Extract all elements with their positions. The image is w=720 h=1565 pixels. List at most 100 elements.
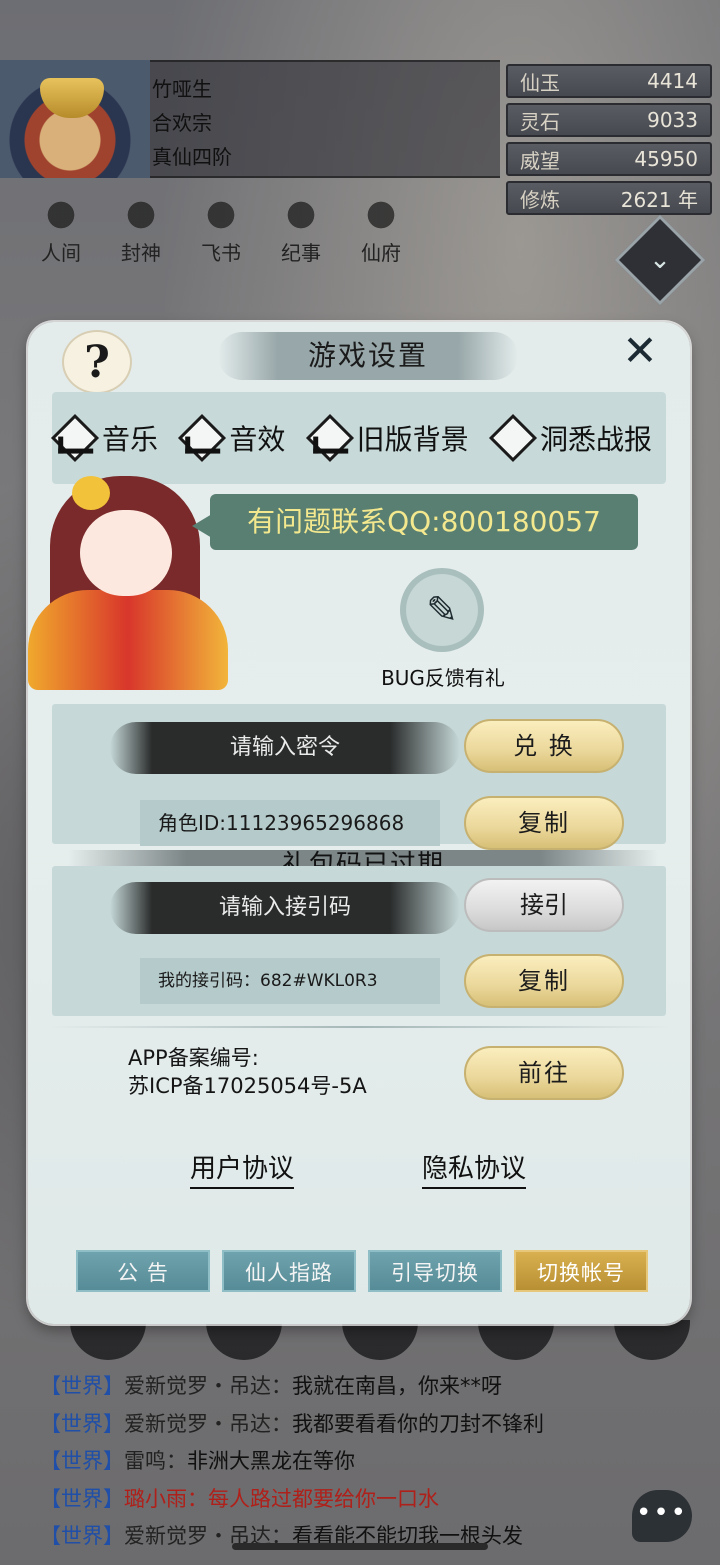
chat-channel: 【世界】 [40, 1374, 124, 1398]
stat-label: 灵石 [520, 109, 560, 134]
chat-channel: 【世界】 [40, 1524, 124, 1548]
chat-line: 【世界】璐小雨：每人路过都要给你一口水 [40, 1481, 680, 1519]
mascot-robe [28, 590, 228, 690]
toggle-label: 洞悉战报 [539, 423, 652, 456]
goto-button[interactable]: 前往 [464, 1046, 624, 1100]
toggle-sound-effects[interactable]: 音效 [178, 413, 286, 463]
copy-role-id-button[interactable]: 复制 [464, 796, 624, 850]
player-realm: 真仙四阶 [152, 145, 232, 169]
icp-info: APP备案编号: 苏ICP备17025054号-5A [128, 1044, 367, 1100]
toggle-old-background[interactable]: 旧版背景 [305, 413, 469, 463]
mascot-crown [72, 476, 110, 510]
chat-line: 【世界】雷鸣：非洲大黑龙在等你 [40, 1443, 680, 1481]
chat-sender: 雷鸣： [124, 1449, 187, 1473]
stat-xiulian[interactable]: 修炼 2621 年 [506, 181, 712, 215]
toggle-music[interactable]: 音乐 [50, 413, 159, 463]
invite-button[interactable]: 接引 [464, 878, 624, 932]
chat-message: 每人路过都要给你一口水 [208, 1486, 439, 1511]
player-sect: 合欢宗 [152, 111, 212, 135]
nav-label: 人间 [41, 241, 81, 265]
chat-channel: 【世界】 [40, 1411, 124, 1436]
fengshen-icon [115, 195, 167, 235]
scroll-icon [275, 195, 327, 235]
code-input[interactable]: 请输入密令 [110, 722, 460, 774]
home-indicator[interactable] [232, 1543, 488, 1550]
bug-report-label: BUG反馈有礼 [381, 666, 505, 690]
nav-label: 仙府 [361, 241, 401, 265]
dialog-title: 游戏设置 [307, 339, 428, 372]
nav-label: 封神 [121, 241, 161, 265]
mascot-face [80, 510, 172, 596]
bottom-nav-icon[interactable] [342, 1320, 418, 1360]
bottom-nav-icon[interactable] [206, 1320, 282, 1360]
toggle-battle-report[interactable]: 洞悉战报 [488, 413, 652, 463]
copy-invite-button[interactable]: 复制 [464, 954, 624, 1008]
player-avatar[interactable] [0, 60, 150, 178]
player-name: 竹哑生 [152, 77, 212, 101]
settings-dialog: ? 游戏设置 ✕ 音乐 音效 旧版背景 洞悉战报 有问题联系QQ:8001800… [28, 322, 690, 1324]
player-info: 竹哑生 合欢宗 真仙四阶 [152, 72, 232, 174]
stat-lingshi[interactable]: 灵石 9033 [506, 103, 712, 137]
stat-value: 9033 [647, 108, 698, 132]
chat-line: 【世界】爱新觉罗・吊达：我都要看看你的刀封不锋利 [40, 1406, 680, 1444]
checkbox-icon [50, 413, 100, 463]
icp-label: APP备案编号: [128, 1046, 259, 1070]
chat-sender: 爱新觉罗・吊达： [124, 1374, 292, 1398]
user-agreement-link[interactable]: 用户协议 [190, 1148, 295, 1189]
contact-speech-bubble: 有问题联系QQ:800180057 [192, 494, 638, 550]
chat-message: 我就在南昌，你来**呀 [292, 1374, 502, 1398]
chat-bubble-icon[interactable]: ••• [632, 1490, 692, 1542]
toggle-guide-button[interactable]: 引导切换 [368, 1250, 502, 1292]
nav-fengshen[interactable]: 封神 [108, 195, 174, 265]
main-nav: 人间 封神 飞书 纪事 仙府 [28, 195, 414, 265]
role-id-field: 角色ID:11123965296868 [140, 800, 440, 846]
nav-feishu[interactable]: 飞书 [188, 195, 254, 265]
chat-message: 我都要看看你的刀封不锋利 [292, 1411, 544, 1436]
icp-number: 苏ICP备17025054号-5A [128, 1074, 367, 1098]
stat-label: 修炼 [520, 187, 560, 212]
toggle-label: 音乐 [102, 423, 159, 456]
bug-report-button[interactable]: ✎ [400, 568, 484, 652]
chat-sender: 爱新觉罗・吊达： [124, 1411, 292, 1436]
toggle-label: 旧版背景 [356, 423, 469, 456]
letter-icon [195, 195, 247, 235]
chat-channel: 【世界】 [40, 1449, 124, 1473]
nav-label: 纪事 [281, 241, 321, 265]
privacy-agreement-link[interactable]: 隐私协议 [422, 1148, 527, 1189]
chat-line: 【世界】爱新觉罗・吊达：我就在南昌，你来**呀 [40, 1368, 680, 1406]
stat-xianyu[interactable]: 仙玉 4414 [506, 64, 712, 98]
toggle-label: 音效 [229, 423, 286, 456]
world-chat[interactable]: 【世界】爱新觉罗・吊达：我就在南昌，你来**呀 【世界】爱新觉罗・吊达：我都要看… [40, 1368, 680, 1556]
pavilion-icon [355, 195, 407, 235]
stat-value: 45950 [634, 147, 698, 171]
invite-code-input[interactable]: 请输入接引码 [110, 882, 460, 934]
close-icon[interactable]: ✕ [614, 326, 666, 378]
stat-label: 威望 [520, 148, 560, 173]
help-icon[interactable]: ? [62, 330, 132, 394]
edit-icon: ✎ [426, 588, 458, 632]
divider [48, 1026, 672, 1028]
renjian-icon [35, 195, 87, 235]
bottom-nav-icon[interactable] [614, 1320, 690, 1360]
bottom-nav-icons [70, 1320, 690, 1360]
chat-message: 非洲大黑龙在等你 [187, 1449, 355, 1473]
checkbox-icon [178, 413, 227, 463]
stat-value: 4414 [647, 69, 698, 93]
guide-button[interactable]: 仙人指路 [222, 1250, 356, 1292]
switch-account-button[interactable]: 切换帐号 [514, 1250, 648, 1292]
stat-weiwang[interactable]: 威望 45950 [506, 142, 712, 176]
nav-renjian[interactable]: 人间 [28, 195, 94, 265]
stat-value: 2621 年 [620, 187, 698, 212]
stat-label: 仙玉 [520, 70, 560, 95]
bottom-nav-icon[interactable] [70, 1320, 146, 1360]
redeem-button[interactable]: 兑 换 [464, 719, 624, 773]
my-invite-code: 我的接引码：682#WKL0R3 [140, 958, 440, 1004]
bottom-nav-icon[interactable] [478, 1320, 554, 1360]
checkbox-icon [488, 413, 538, 463]
announcement-button[interactable]: 公 告 [76, 1250, 210, 1292]
nav-xianfu[interactable]: 仙府 [348, 195, 414, 265]
avatar-mask [40, 78, 104, 118]
nav-jishi[interactable]: 纪事 [268, 195, 334, 265]
chat-sender: 璐小雨： [124, 1486, 208, 1511]
chat-channel: 【世界】 [40, 1486, 124, 1511]
